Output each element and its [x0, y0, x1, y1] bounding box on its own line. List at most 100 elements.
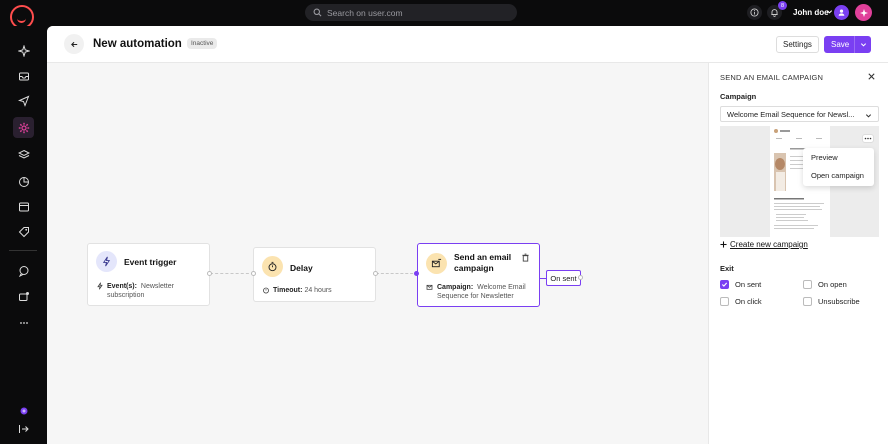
arrow-left-icon: [70, 41, 77, 47]
detail-value: 24 hours: [304, 287, 332, 294]
save-button[interactable]: Save: [824, 36, 871, 53]
check-icon: [721, 282, 728, 287]
create-campaign-link[interactable]: Create new campaign: [720, 240, 808, 249]
sidebar-item-chat[interactable]: [13, 260, 34, 281]
chevron-down-icon[interactable]: [826, 8, 833, 15]
sidebar-item-inbox[interactable]: [13, 65, 34, 86]
node-detail: Timeout: 24 hours: [262, 286, 332, 295]
node-delay[interactable]: Delay Timeout: 24 hours: [251, 247, 378, 302]
lightning-icon: [97, 282, 103, 290]
pie-chart-icon: [18, 176, 29, 187]
email-send-icon: [431, 258, 442, 268]
exit-option-on-open[interactable]: On open: [803, 280, 847, 289]
status-dot-icon: [20, 407, 27, 414]
connector-delay-email: [376, 273, 418, 274]
sidebar-item-more[interactable]: [13, 312, 34, 333]
sidebar-item-pages[interactable]: [13, 196, 34, 217]
inbox-icon: [18, 72, 29, 80]
close-icon[interactable]: [867, 72, 876, 81]
node-icon: [426, 253, 447, 274]
exit-option-on-sent[interactable]: On sent: [720, 280, 761, 289]
stopwatch-icon: [268, 261, 277, 272]
save-label: Save: [831, 40, 850, 49]
send-icon: [17, 95, 29, 107]
output-port[interactable]: [207, 271, 212, 276]
connector-trigger-delay: [210, 273, 254, 274]
checkbox[interactable]: [803, 280, 812, 289]
node-title: Event trigger: [124, 257, 177, 267]
chevron-down-icon: [865, 114, 872, 118]
output-port[interactable]: [373, 271, 378, 276]
sidebar-item-tags[interactable]: [13, 221, 34, 242]
node-icon: [96, 251, 117, 272]
output-port[interactable]: [578, 275, 583, 280]
menu-item-open-campaign[interactable]: Open campaign: [811, 171, 864, 180]
search-icon: [313, 8, 322, 17]
sidebar-item-ai[interactable]: [13, 40, 34, 61]
search-input[interactable]: Search on user.com: [327, 8, 403, 18]
chat-icon: [18, 265, 28, 277]
checkbox-label: On sent: [735, 280, 762, 289]
panel-title: SEND AN EMAIL CAMPAIGN: [720, 73, 824, 82]
exit-option-on-click[interactable]: On click: [720, 297, 762, 306]
node-event-trigger[interactable]: Event trigger Event(s): Newsletter subsc…: [87, 243, 212, 306]
notification-badge: 8: [778, 1, 787, 10]
bell-icon: [771, 9, 778, 17]
layers-icon: [17, 149, 30, 159]
sidebar-item-layers[interactable]: [13, 144, 34, 165]
gear-icon: [18, 122, 29, 133]
on-sent-branch[interactable]: On sent: [546, 270, 583, 286]
campaign-label: Campaign: [720, 92, 757, 101]
lightning-icon: [102, 256, 111, 267]
workflow-canvas[interactable]: Event trigger Event(s): Newsletter subsc…: [47, 63, 708, 444]
step-settings-panel: SEND AN EMAIL CAMPAIGN Campaign Welcome …: [708, 63, 888, 444]
settings-button[interactable]: Settings: [776, 36, 819, 53]
avatar[interactable]: [834, 5, 849, 20]
detail-label: Event(s):: [107, 283, 137, 290]
info-button[interactable]: [747, 5, 762, 20]
search-bar[interactable]: Search on user.com: [305, 4, 517, 21]
checkbox[interactable]: [803, 297, 812, 306]
sidebar-item-automations[interactable]: [13, 117, 34, 138]
page-header: New automation Inactive Settings Save: [47, 26, 888, 63]
sparkle-icon: [17, 44, 30, 57]
node-detail: Campaign: Welcome Email Sequence for New…: [426, 283, 535, 301]
preview-menu-button[interactable]: [862, 134, 874, 143]
sidebar-item-segments[interactable]: [13, 171, 34, 192]
top-bar: Search on user.com 8 John doe: [0, 0, 888, 29]
sidebar-item-logout[interactable]: [13, 418, 34, 439]
node-send-email[interactable]: Send an email campaign Campaign: Welcome…: [414, 243, 540, 307]
checkbox[interactable]: [720, 297, 729, 306]
more-icon: [864, 137, 872, 140]
menu-item-preview[interactable]: Preview: [811, 153, 838, 162]
create-campaign-label: Create new campaign: [730, 240, 808, 249]
input-port[interactable]: [251, 271, 256, 276]
back-button[interactable]: [64, 34, 84, 54]
user-icon: [838, 9, 845, 16]
detail-label: Campaign:: [437, 284, 474, 291]
sidebar-item-campaigns[interactable]: [13, 90, 34, 111]
exit-label: Exit: [720, 264, 734, 273]
exit-option-unsubscribe[interactable]: Unsubscribe: [803, 297, 860, 306]
tag-icon: [18, 226, 29, 237]
preview-menu: Preview Open campaign: [803, 148, 874, 186]
save-options-button[interactable]: [854, 36, 871, 53]
detail-label: Timeout:: [273, 287, 303, 294]
checkbox-checked[interactable]: [720, 280, 729, 289]
node-title: Send an email campaign: [454, 252, 512, 273]
user-name[interactable]: John doe: [793, 8, 829, 17]
message-badge-icon: [18, 291, 29, 301]
node-detail: Event(s): Newsletter subscription: [96, 282, 202, 300]
plus-icon: [720, 241, 727, 248]
logout-icon: [18, 424, 29, 433]
sidebar-item-messages[interactable]: [13, 286, 34, 307]
status-badge: Inactive: [187, 38, 218, 49]
ai-assistant-button[interactable]: [855, 4, 872, 21]
checkbox-label: On open: [818, 280, 847, 289]
campaign-preview[interactable]: Preview Open campaign: [720, 126, 879, 237]
sidebar-divider: [9, 250, 37, 251]
campaign-select[interactable]: Welcome Email Sequence for Newsl...: [720, 106, 879, 122]
input-port[interactable]: [414, 271, 419, 276]
trash-icon[interactable]: [521, 253, 530, 262]
chevron-down-icon: [860, 43, 866, 47]
